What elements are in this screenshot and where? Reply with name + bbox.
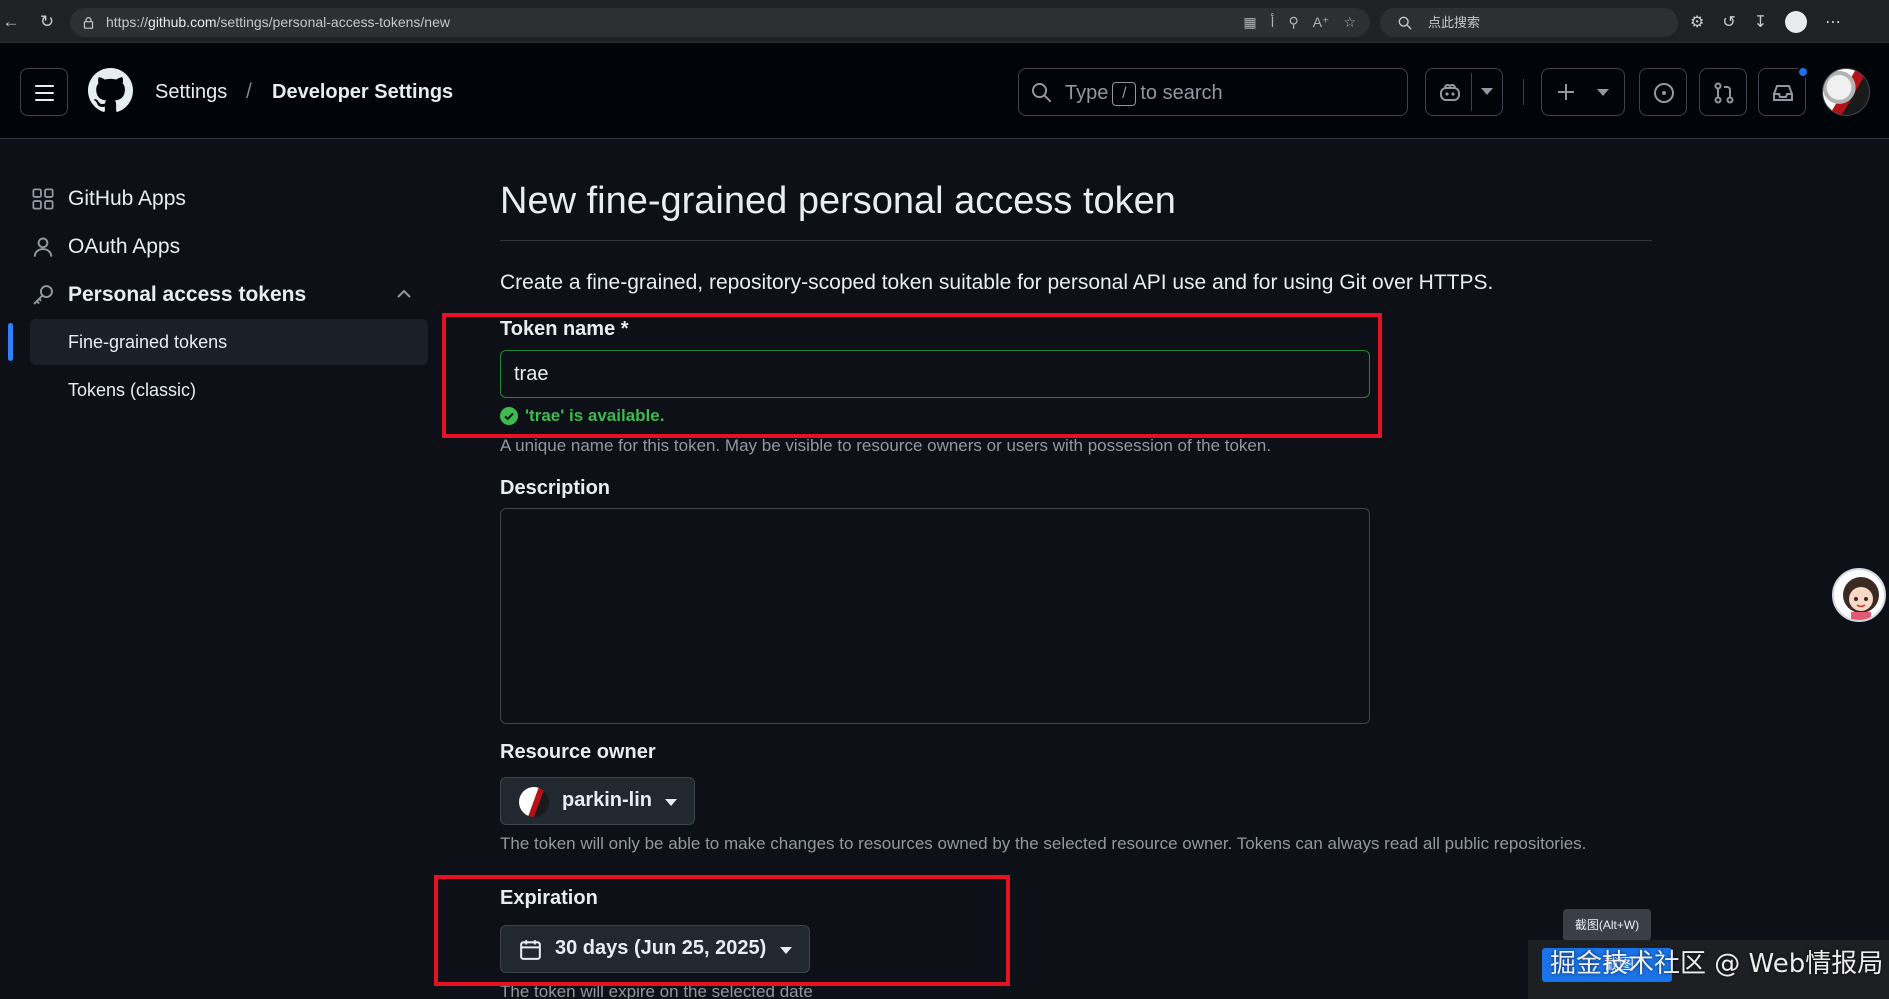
person-icon — [33, 237, 53, 257]
chevron-up-icon[interactable] — [394, 284, 414, 304]
resource-owner-value: parkin-lin — [562, 789, 653, 811]
address-bar-icons: ▦ أ ⚲ A⁺ ☆ — [1243, 8, 1356, 37]
key-icon — [33, 285, 53, 305]
screenshot-tooltip: 截图(Alt+W) — [1563, 909, 1651, 941]
issues-button[interactable] — [1639, 68, 1687, 116]
page-title: New fine-grained personal access token — [500, 180, 1176, 222]
favorite-star-icon[interactable]: ☆ — [1343, 8, 1356, 37]
breadcrumb-separator: / — [246, 80, 252, 103]
search-placeholder-rest: to search — [1140, 82, 1223, 104]
url-path: /settings/personal-access-tokens/new — [216, 14, 450, 30]
slash-key-hint: / — [1112, 82, 1137, 106]
apps-grid-icon — [32, 188, 54, 210]
active-indicator — [8, 323, 13, 361]
github-header: Settings / Developer Settings Type / to se… — [0, 43, 1889, 139]
menu-button[interactable] — [20, 68, 68, 116]
profile-icon[interactable] — [1785, 10, 1808, 33]
zoom-icon[interactable]: ⚲ — [1288, 8, 1298, 37]
title-divider — [500, 240, 1652, 241]
download-icon[interactable]: ↧ — [1754, 12, 1767, 32]
more-menu-icon[interactable]: ⋯ — [1825, 12, 1841, 32]
sidebar-item-personal-access-tokens[interactable]: Personal access tokens — [30, 272, 430, 318]
reload-icon[interactable]: ↻ — [36, 11, 58, 33]
search-icon — [1031, 82, 1052, 103]
browser-toolbar: ← ↻ https://github.com/settings/personal… — [0, 0, 1889, 43]
extensions-icon[interactable]: ⚙ — [1690, 12, 1704, 32]
url-prefix: https:// — [106, 14, 149, 30]
history-icon[interactable]: ↺ — [1722, 12, 1735, 32]
token-name-hint: A unique name for this token. May be vis… — [500, 436, 1272, 455]
sidebar-item-tokens-classic[interactable]: Tokens (classic) — [30, 367, 428, 413]
chevron-down-icon — [1481, 88, 1493, 95]
copilot-icon — [1440, 83, 1460, 101]
split-view-icon[interactable]: ▦ — [1243, 8, 1256, 37]
assistant-avatar[interactable] — [1832, 568, 1886, 622]
back-icon[interactable]: ← — [0, 11, 22, 33]
create-new-button[interactable] — [1541, 68, 1625, 116]
resource-owner-hint: The token will only be able to make chan… — [500, 834, 1587, 853]
sidebar-item-label: Personal access tokens — [68, 283, 307, 306]
browser-right-icons: ⚙ ↺ ↧ ⋯ — [1690, 0, 1841, 43]
issue-circle-icon — [1654, 83, 1674, 103]
assistant-face-icon — [1843, 577, 1879, 620]
plus-icon — [1558, 84, 1574, 100]
sidebar-item-github-apps[interactable]: GitHub Apps — [30, 176, 430, 222]
page-description: Create a fine-grained, repository-scoped… — [500, 271, 1494, 294]
breadcrumb-settings[interactable]: Settings — [155, 81, 227, 104]
user-avatar[interactable] — [1822, 68, 1870, 116]
chevron-down-icon — [1597, 89, 1609, 96]
caret-down-icon — [665, 799, 677, 806]
pull-request-icon — [1714, 82, 1734, 104]
sidebar-item-label: GitHub Apps — [68, 187, 186, 210]
lock-icon — [83, 17, 94, 29]
highlight-box-expiration — [434, 875, 1010, 986]
search-placeholder-type: Type — [1065, 82, 1109, 104]
breadcrumb-developer-settings[interactable]: Developer Settings — [272, 81, 453, 104]
url-host: github.com — [148, 14, 217, 30]
copilot-button[interactable] — [1425, 68, 1503, 116]
github-logo-icon[interactable] — [88, 68, 133, 113]
address-bar[interactable]: https://github.com/settings/personal-acc… — [70, 8, 1370, 37]
browser-search-placeholder: 点此搜索 — [1428, 15, 1481, 30]
translate-icon[interactable]: أ — [1271, 8, 1275, 37]
sidebar-item-label: OAuth Apps — [68, 235, 181, 258]
resource-owner-label: Resource owner — [500, 741, 656, 763]
sidebar-item-oauth-apps[interactable]: OAuth Apps — [30, 224, 430, 270]
search-icon — [1398, 16, 1412, 30]
pull-requests-button[interactable] — [1699, 68, 1747, 116]
resource-owner-dropdown[interactable]: parkin-lin — [500, 777, 695, 825]
description-label: Description — [500, 477, 611, 499]
owner-avatar — [519, 787, 549, 817]
browser-search-box[interactable]: 点此搜索 — [1380, 8, 1678, 37]
header-divider — [1523, 79, 1524, 105]
search-placeholder: Type / to search — [1065, 82, 1223, 106]
sidebar-item-label: Tokens (classic) — [68, 380, 197, 400]
inbox-icon — [1773, 85, 1793, 101]
github-search-input[interactable]: Type / to search — [1018, 68, 1408, 116]
sidebar-item-label: Fine-grained tokens — [68, 332, 228, 352]
description-textarea[interactable] — [500, 508, 1370, 724]
read-aloud-icon[interactable]: A⁺ — [1313, 8, 1330, 37]
notification-dot — [1797, 66, 1809, 78]
highlight-box-token-name — [442, 313, 1382, 438]
watermark: 掘金技术社区 @ Web情报局 — [1550, 949, 1884, 979]
sidebar-item-fine-grained-tokens[interactable]: Fine-grained tokens — [30, 319, 428, 365]
